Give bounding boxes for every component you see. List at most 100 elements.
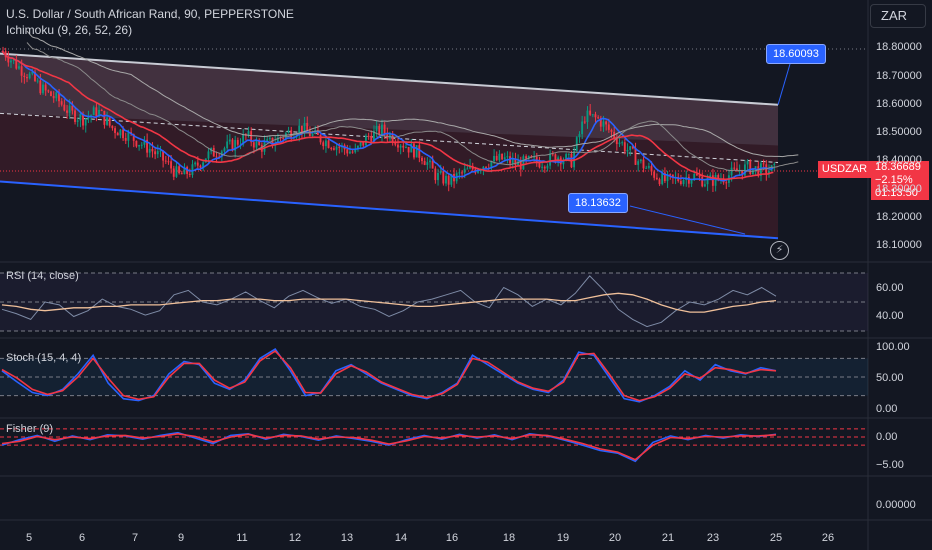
candle-body xyxy=(549,153,552,166)
candle-body xyxy=(725,182,728,184)
x-tick: 5 xyxy=(25,532,33,544)
rsi-pane-title[interactable]: RSI (14, close) xyxy=(6,270,79,282)
candle-body xyxy=(60,101,63,105)
candle-body xyxy=(578,134,581,138)
fisher-y-tick: −5.00 xyxy=(876,459,904,471)
candle-body xyxy=(114,128,116,133)
candle-body xyxy=(100,109,103,111)
candle-body xyxy=(375,125,378,131)
chart-canvas[interactable] xyxy=(0,0,932,550)
candle-body xyxy=(180,173,183,175)
candle-body xyxy=(364,135,367,146)
candle-body xyxy=(605,121,608,125)
candle-body xyxy=(26,76,28,79)
y-tick: 18.40000 xyxy=(876,154,922,166)
candle-body xyxy=(594,114,597,118)
fisher-y-tick: 0.00 xyxy=(876,431,898,443)
lightning-icon[interactable]: ⚡ xyxy=(770,241,789,260)
candle-body xyxy=(319,135,322,143)
candle-body xyxy=(773,163,776,166)
candle-body xyxy=(348,151,351,154)
candle-body xyxy=(485,166,487,168)
candle-body xyxy=(543,166,546,169)
candle-body xyxy=(116,132,119,136)
candle-body xyxy=(503,157,506,160)
candle-body xyxy=(226,141,229,149)
candle-body xyxy=(324,140,327,147)
candle-body xyxy=(402,145,405,148)
candle-body xyxy=(103,110,106,125)
candle-body xyxy=(138,145,140,147)
candle-body xyxy=(306,122,309,131)
lower-channel-callout[interactable]: 18.13632 xyxy=(568,193,628,213)
stoch-y-tick: 0.00 xyxy=(876,403,898,415)
candle-body xyxy=(108,117,111,126)
upper-callout-connector xyxy=(777,63,791,105)
candle-body xyxy=(252,142,255,148)
candle-body xyxy=(311,133,314,137)
candle-body xyxy=(645,167,648,169)
candle-body xyxy=(196,162,199,166)
candle-body xyxy=(754,166,757,169)
stoch-pane-title[interactable]: Stoch (15, 4, 4) xyxy=(6,352,81,364)
candle-body xyxy=(338,146,341,148)
candle-body xyxy=(511,158,514,164)
upper-channel-callout[interactable]: 18.60093 xyxy=(766,44,826,64)
candle-body xyxy=(228,139,231,142)
candle-body xyxy=(170,161,173,169)
candle-body xyxy=(74,110,76,122)
x-tick: 13 xyxy=(340,532,354,544)
candle-body xyxy=(76,120,79,122)
candle-body xyxy=(493,155,495,162)
candle-body xyxy=(207,151,210,159)
candle-body xyxy=(714,175,717,186)
candle-body xyxy=(47,90,50,92)
x-tick: 7 xyxy=(131,532,139,544)
y-tick: 18.10000 xyxy=(876,239,922,251)
candle-body xyxy=(42,84,44,94)
candle-body xyxy=(637,161,640,165)
candle-body xyxy=(749,160,752,175)
candle-body xyxy=(701,176,704,187)
candle-body xyxy=(327,140,330,148)
x-tick: 9 xyxy=(177,532,185,544)
candle-body xyxy=(23,75,26,77)
y-tick: 18.20000 xyxy=(876,211,922,223)
candle-body xyxy=(429,160,431,163)
candle-body xyxy=(546,165,549,169)
candle-body xyxy=(522,156,525,170)
candle-body xyxy=(164,160,167,162)
ichimoku-legend[interactable]: Ichimoku (9, 26, 52, 26) xyxy=(6,23,132,37)
candle-body xyxy=(597,117,600,119)
y-tick: 18.70000 xyxy=(876,70,922,82)
stoch-y-tick: 100.00 xyxy=(876,341,910,353)
y-tick: 18.80000 xyxy=(876,41,922,53)
candle-body xyxy=(679,181,682,185)
candle-body xyxy=(215,156,218,158)
candle-body xyxy=(415,145,418,158)
currency-selector[interactable]: ZAR xyxy=(870,4,926,28)
candle-body xyxy=(762,163,765,165)
candle-body xyxy=(501,153,503,160)
candle-body xyxy=(655,177,658,180)
candle-body xyxy=(362,142,365,146)
candle-body xyxy=(650,166,653,172)
candle-body xyxy=(607,124,610,130)
candle-body xyxy=(335,146,338,150)
candle-body xyxy=(711,175,714,186)
candle-body xyxy=(135,140,138,147)
candle-body xyxy=(178,166,181,174)
candle-body xyxy=(28,73,31,79)
candle-body xyxy=(431,160,434,169)
candle-body xyxy=(20,66,23,76)
candle-body xyxy=(119,129,122,136)
x-tick: 20 xyxy=(608,532,622,544)
y-tick: 18.60000 xyxy=(876,98,922,110)
candle-body xyxy=(730,167,733,176)
candle-body xyxy=(610,129,613,132)
candle-body xyxy=(618,142,621,145)
symbol-price-tag: USDZAR xyxy=(818,161,871,178)
candle-body xyxy=(442,171,445,184)
chart-title: U.S. Dollar / South African Rand, 90, PE… xyxy=(6,7,294,21)
fisher-pane-title[interactable]: Fisher (9) xyxy=(6,423,53,435)
